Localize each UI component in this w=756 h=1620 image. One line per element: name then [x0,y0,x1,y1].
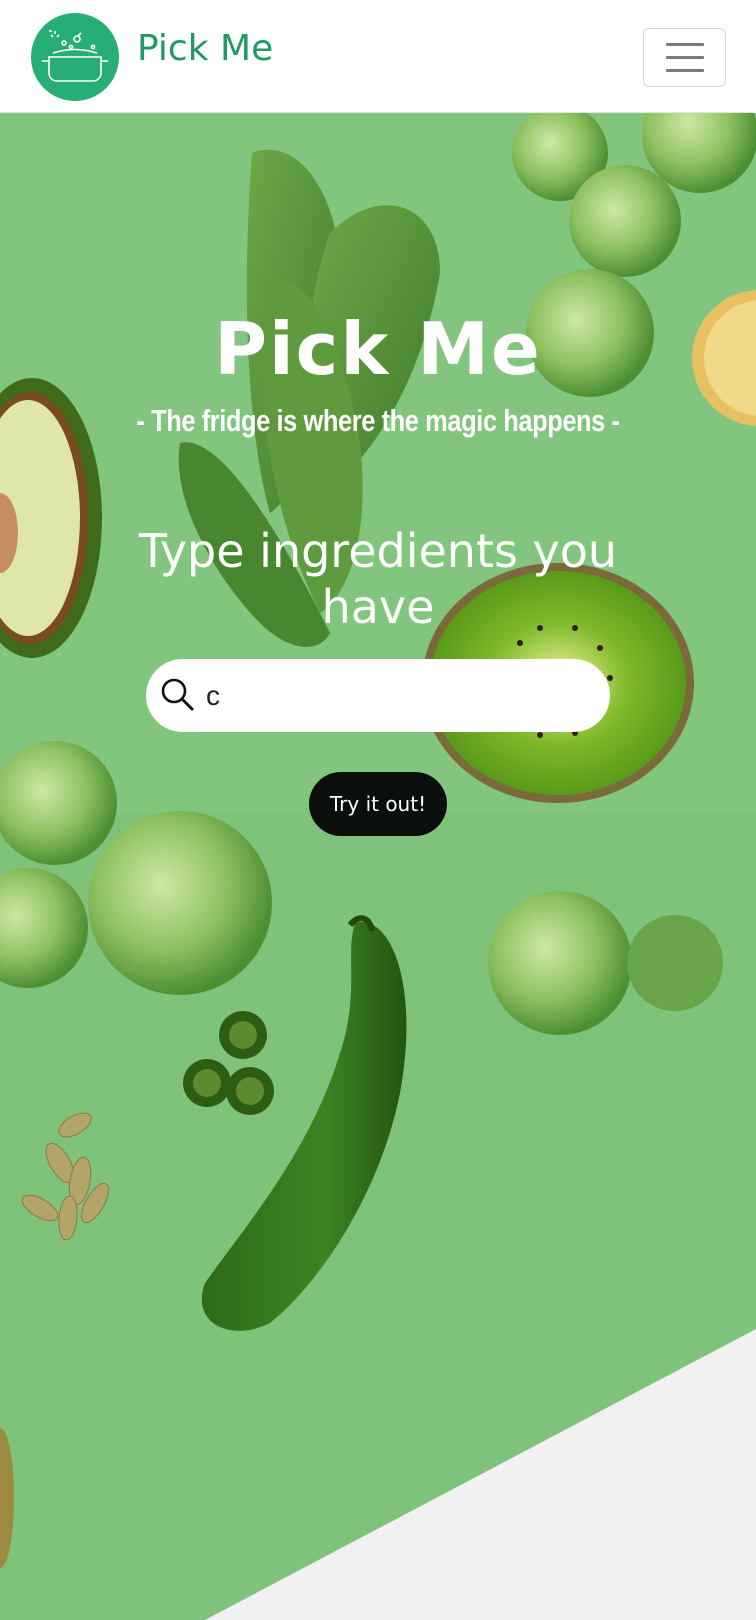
hamburger-menu-icon [666,69,704,72]
hamburger-menu-icon [666,43,704,46]
navbar: Pick Me [0,0,756,113]
hero-section: Pick Me - The fridge is where the magic … [0,113,756,1620]
logo[interactable] [31,13,119,101]
ingredient-search-box[interactable] [146,659,610,732]
try-it-out-button[interactable]: Try it out! [309,772,447,836]
hero-tagline: - The fridge is where the magic happens … [136,403,620,438]
brand-name[interactable]: Pick Me [137,27,273,71]
hamburger-menu-icon [666,56,704,59]
ingredients-prompt: Type ingredients you have [138,524,618,634]
hamburger-menu-button[interactable] [643,28,726,87]
search-icon [161,678,194,711]
hero-title: Pick Me [214,307,542,391]
ingredient-search-input[interactable] [206,669,586,722]
cooking-pot-icon [42,30,108,82]
